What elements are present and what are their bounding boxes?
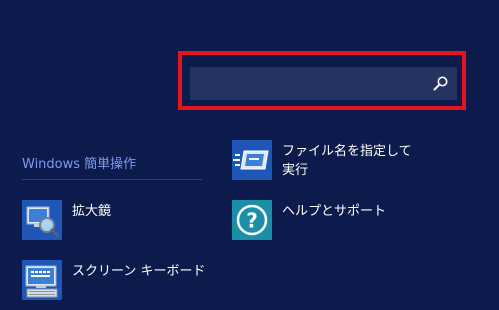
search-box[interactable]	[190, 67, 457, 100]
magnifier-icon	[22, 200, 62, 240]
app-tile-on-screen-keyboard[interactable]: スクリーン キーボード	[22, 260, 212, 302]
app-label-on-screen-keyboard: スクリーン キーボード	[72, 264, 206, 279]
app-label-magnifier: 拡大鏡	[72, 204, 112, 219]
on-screen-keyboard-icon	[22, 260, 62, 300]
app-label-run-line2: 実行	[282, 163, 309, 178]
app-label-help-support: ヘルプとサポート	[282, 204, 387, 219]
help-icon: ?	[232, 200, 272, 240]
run-icon	[232, 140, 272, 180]
svg-text:?: ?	[246, 209, 258, 233]
app-tile-help-support[interactable]: ? ヘルプとサポート	[232, 200, 432, 242]
search-icon[interactable]	[432, 75, 449, 92]
app-label-run-line1: ファイル名を指定して	[282, 144, 412, 159]
search-input[interactable]	[190, 67, 420, 100]
app-tile-run[interactable]: ファイル名を指定して 実行	[232, 140, 432, 182]
app-tile-magnifier[interactable]: 拡大鏡	[22, 200, 192, 242]
group-title: Windows 簡単操作	[22, 157, 137, 172]
group-header: Windows 簡単操作	[22, 153, 202, 180]
app-label-run: ファイル名を指定して 実行	[282, 142, 412, 180]
